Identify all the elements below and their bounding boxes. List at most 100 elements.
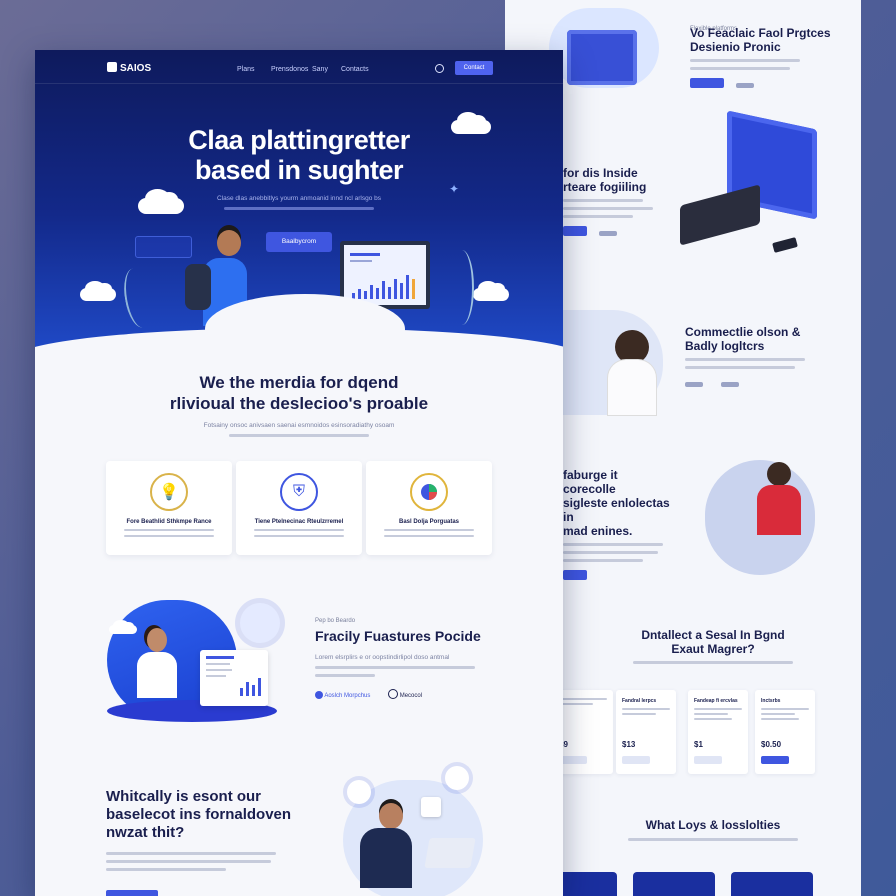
features-link-secondary[interactable]: Mecocol: [400, 693, 422, 699]
hero-subtitle-line: [224, 207, 374, 210]
plant-decoration: [450, 250, 474, 325]
cloud-decoration: [473, 280, 509, 301]
cloud-decoration: [138, 189, 184, 214]
link[interactable]: [721, 382, 740, 387]
section-text: [685, 358, 825, 369]
feature-card[interactable]: Basl Dolja Porguatas: [366, 461, 492, 555]
features-eyebrow: Pep bo Beardo: [315, 618, 356, 624]
features-body: Lorem elsrplirs e or oopstindirlipol dos…: [315, 654, 450, 661]
document-chart-icon: [206, 656, 261, 696]
hero-title: based in sughter: [194, 155, 404, 185]
pricing-card[interactable]: Fandeap fi ercvlas $1: [688, 690, 748, 774]
chat-bubble-decoration: [135, 236, 192, 258]
plan-button[interactable]: [559, 756, 587, 764]
secondary-link[interactable]: [736, 83, 755, 88]
plan-button[interactable]: [761, 756, 789, 764]
floating-icon: [347, 780, 371, 804]
footer-subtitle: [628, 838, 798, 841]
features-title: Fracily Fuastures Pocide: [315, 628, 481, 644]
cta-title: Whitcally is esont our: [106, 788, 262, 805]
footer-card[interactable]: [731, 872, 813, 896]
person-body: [608, 360, 656, 415]
nav-link-contacts[interactable]: Contacts: [341, 66, 369, 73]
laptop-illustration: [424, 838, 476, 868]
cloud-decoration: [109, 620, 137, 634]
plan-button[interactable]: [694, 756, 722, 764]
pricing-card[interactable]: Inctsrbs $0.50: [755, 690, 815, 774]
nav-link-plans[interactable]: Plans: [237, 66, 255, 73]
person-body: [757, 485, 801, 535]
hero-subtitle: Clase dlas anebbitlys yourm anmoanid inn…: [216, 195, 382, 202]
person-figure: [615, 330, 649, 364]
section-title: Vo Feaclaic Faol Prgtces: [690, 26, 831, 40]
sparkle-icon: ✦: [449, 182, 460, 196]
footer-title: What Loys & losslolties: [645, 818, 781, 832]
features-link-secondary-icon: [388, 689, 399, 699]
feature-card[interactable]: 💡 Fore Beathlid Sthkmpe Rance: [106, 461, 232, 555]
about-title: We the merdia for dqend: [199, 373, 399, 392]
section-title: rteare fogiiling: [563, 180, 647, 194]
features-link-primary[interactable]: Aoslch Morpchus: [324, 693, 370, 699]
section-title: sigleste enlolectas in: [563, 496, 670, 524]
features-link-icon: [315, 691, 323, 699]
plant-decoration: [119, 266, 157, 330]
nav-link-sany[interactable]: Sany: [312, 66, 328, 73]
shield-icon: ⛨: [280, 473, 318, 511]
front-page-preview: SAIOS Plans Prensdonos Sany Contacts Con…: [35, 50, 563, 896]
floating-icon: [445, 766, 469, 790]
lightbulb-icon: 💡: [150, 473, 188, 511]
about-body-line: [229, 434, 369, 437]
logo-mark-icon: [107, 62, 117, 72]
person-head: [379, 803, 403, 829]
footer-card[interactable]: [633, 872, 715, 896]
keyboard-illustration: [680, 184, 760, 246]
section-title: Badly logltcrs: [685, 339, 765, 353]
pricing-title: Exaut Magrer?: [671, 642, 755, 656]
monitor-chart-icon: [344, 245, 426, 305]
cloud-decoration: [451, 112, 491, 134]
secondary-link[interactable]: [599, 231, 618, 236]
about-body: Fotsainy onsoc anivsaen saenai esmnoidos…: [203, 422, 395, 429]
pricing-subtitle: [633, 661, 793, 664]
phone-illustration: [772, 237, 798, 253]
primary-button[interactable]: [690, 78, 724, 88]
person-body: [360, 828, 412, 888]
section-title: mad enines.: [563, 524, 633, 538]
backpack-illustration: [185, 264, 211, 310]
person-head: [147, 628, 167, 652]
floating-icon: [240, 603, 280, 643]
primary-button[interactable]: [563, 570, 587, 580]
person-figure: [767, 462, 791, 486]
person-head: [217, 230, 241, 256]
cta-button[interactable]: [106, 890, 158, 896]
features-body-lines: [315, 666, 515, 677]
feature-card[interactable]: ⛨ Tiene Ptelnecinac Rteulzrremel: [236, 461, 362, 555]
section-title: Commectlie olson &: [685, 325, 801, 339]
frame-icon: [421, 797, 441, 817]
hero-section: SAIOS Plans Prensdonos Sany Contacts Con…: [35, 50, 563, 350]
nav-divider: [35, 83, 563, 84]
hero-cta-button[interactable]: Baalbycrom: [266, 232, 332, 252]
cta-body: [106, 852, 296, 871]
pie-chart-icon: [410, 473, 448, 511]
plan-button[interactable]: [622, 756, 650, 764]
person-body: [137, 652, 177, 698]
document-illustration: [200, 650, 268, 706]
section-title: for dis Inside: [563, 166, 638, 180]
section-text: [563, 199, 663, 218]
pricing-title: Dntallect a Sesal In Bgnd: [641, 628, 785, 642]
section-title: faburge it corecolle: [563, 468, 618, 496]
logo[interactable]: SAIOS: [107, 62, 151, 74]
contact-button[interactable]: Contact: [455, 61, 493, 75]
cloud-decoration: [80, 280, 116, 301]
server-illustration: [567, 30, 637, 85]
cta-title: baselecot ins fornaldoven: [106, 806, 292, 823]
pie-chart-graphic: [421, 484, 437, 500]
link[interactable]: [685, 382, 703, 387]
primary-button[interactable]: [563, 226, 587, 236]
pricing-card[interactable]: Fandral lerpcs $13: [616, 690, 676, 774]
search-icon[interactable]: [435, 64, 444, 73]
section-text: [563, 543, 673, 562]
nav-link-prensdonos[interactable]: Prensdonos: [271, 66, 308, 73]
about-title: rlivioual the deslecioo's proable: [169, 394, 429, 413]
